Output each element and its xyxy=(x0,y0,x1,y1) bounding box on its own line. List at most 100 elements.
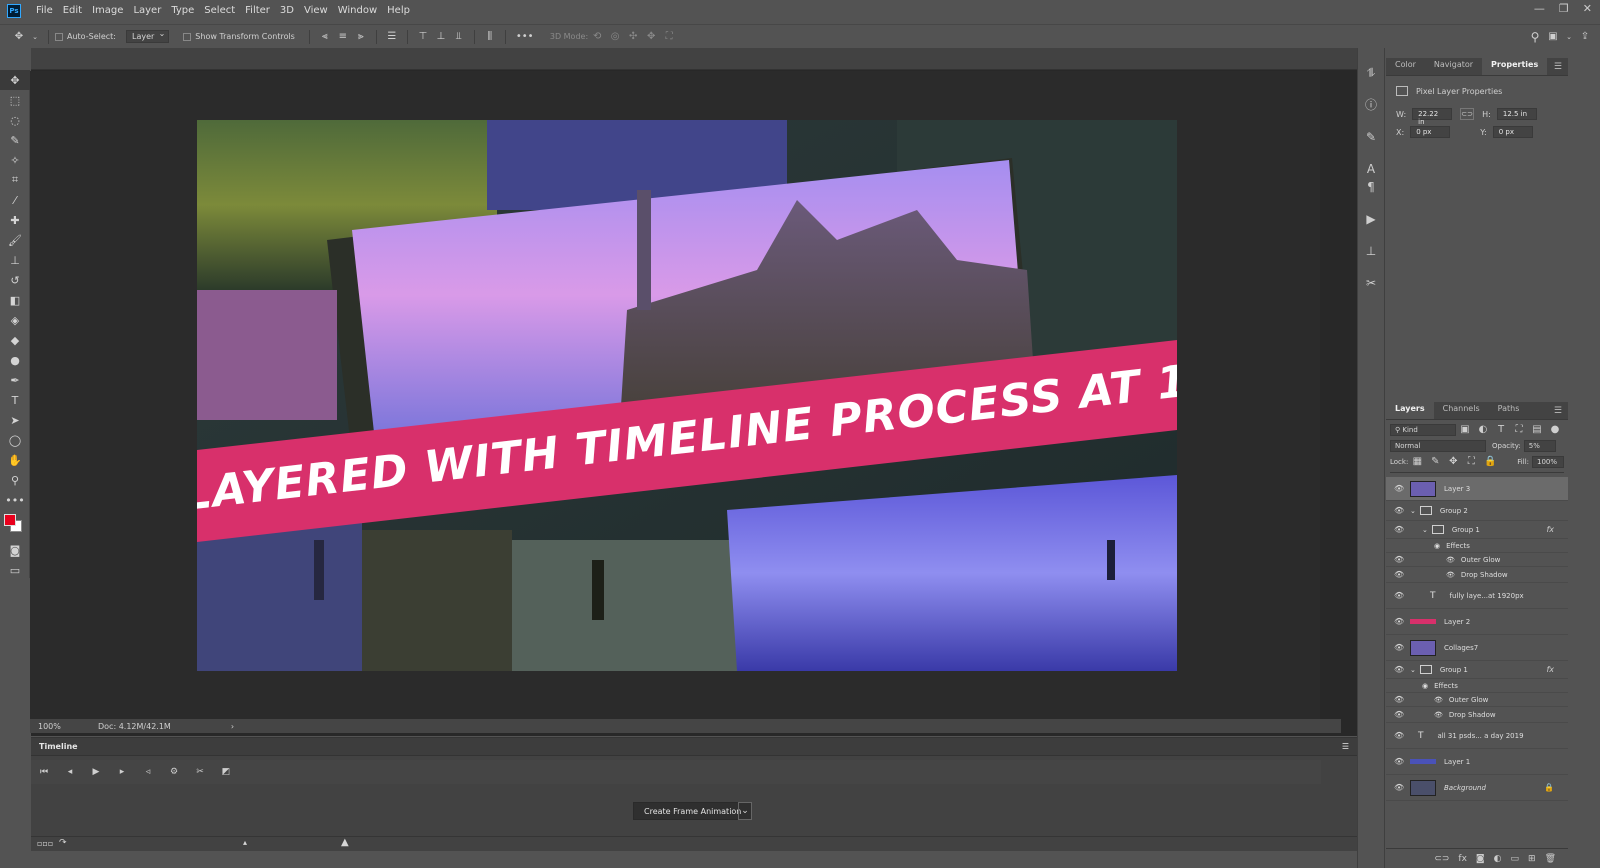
align-bottom-icon[interactable]: ⫫ xyxy=(454,31,464,42)
show-transform-checkbox[interactable]: Show Transform Controls xyxy=(183,32,295,41)
brush-settings-icon[interactable]: ✎ xyxy=(1364,130,1378,144)
filter-pixel-icon[interactable]: ▣ xyxy=(1460,425,1470,435)
effect-visibility-icon[interactable]: 👁 xyxy=(1446,556,1455,564)
3d-scale-icon[interactable]: ⛶ xyxy=(664,31,674,42)
checkbox-icon[interactable] xyxy=(55,32,63,41)
lock-position-icon[interactable]: ✥ xyxy=(1448,457,1458,467)
filter-toggle-icon[interactable]: ● xyxy=(1550,425,1560,435)
tool-presets-icon[interactable]: ✂ xyxy=(1364,276,1378,290)
align-middle-icon[interactable]: ⊥ xyxy=(436,31,446,42)
tab-layers[interactable]: Layers xyxy=(1386,401,1434,419)
x-field[interactable]: 0 px xyxy=(1410,126,1451,138)
workspace-icon[interactable]: ▣ xyxy=(1548,31,1558,42)
visibility-eye-icon[interactable]: 👁 xyxy=(1394,643,1404,652)
effect-visibility-icon[interactable]: 👁 xyxy=(1434,696,1443,704)
settings-gear-icon[interactable]: ⚙ xyxy=(169,767,179,777)
minimize-icon[interactable]: — xyxy=(1534,2,1545,15)
eraser-tool-icon[interactable]: ◧ xyxy=(0,290,30,310)
layer-row[interactable]: 👁 Collages7 xyxy=(1386,635,1568,661)
timeline-tab[interactable]: Timeline xyxy=(39,742,78,751)
history-brush-tool-icon[interactable]: ↺ xyxy=(0,270,30,290)
visibility-eye-icon[interactable]: 👁 xyxy=(1394,757,1404,766)
crop-tool-icon[interactable]: ⌗ xyxy=(0,170,30,190)
opacity-field[interactable]: 5% xyxy=(1523,440,1556,452)
clone-stamp-tool-icon[interactable]: ⊥ xyxy=(0,250,30,270)
convert-icon[interactable]: ↷ xyxy=(59,838,67,848)
menu-filter[interactable]: Filter xyxy=(240,5,275,16)
move-tool-icon[interactable]: ✥ xyxy=(0,70,30,90)
path-select-tool-icon[interactable]: ➤ xyxy=(0,410,30,430)
layer-row[interactable]: 👁 👁 Drop Shadow xyxy=(1386,567,1568,583)
first-frame-icon[interactable]: ⏮ xyxy=(39,767,49,777)
panel-menu-icon[interactable]: ☰ xyxy=(1554,406,1562,416)
fx-badge[interactable]: fx xyxy=(1546,525,1554,534)
menu-select[interactable]: Select xyxy=(199,5,240,16)
y-field[interactable]: 0 px xyxy=(1492,126,1533,138)
filter-adjustment-icon[interactable]: ◐ xyxy=(1478,425,1488,435)
tab-navigator[interactable]: Navigator xyxy=(1425,57,1482,75)
auto-select-checkbox[interactable]: Auto-Select: xyxy=(55,32,116,41)
visibility-eye-icon[interactable]: 👁 xyxy=(1394,665,1404,674)
lock-transparent-icon[interactable]: ▦ xyxy=(1412,457,1422,467)
foreground-color-swatch[interactable] xyxy=(4,514,16,526)
expand-chevron-icon[interactable]: ⌄ xyxy=(1410,666,1416,674)
layer-row[interactable]: 👁 Layer 3 xyxy=(1386,477,1568,501)
blur-tool-icon[interactable]: ◆ xyxy=(0,330,30,350)
layer-row[interactable]: 👁 Layer 2 xyxy=(1386,609,1568,635)
menu-view[interactable]: View xyxy=(299,5,333,16)
blend-mode-dropdown[interactable]: Normal xyxy=(1390,440,1486,452)
chevron-down-icon[interactable]: ⌄ xyxy=(1566,32,1572,42)
3d-roll-icon[interactable]: ◎ xyxy=(610,31,620,42)
audio-icon[interactable]: ◃ xyxy=(143,767,153,777)
create-frame-animation-button[interactable]: Create Frame Animation xyxy=(633,802,753,820)
visibility-eye-icon[interactable]: 👁 xyxy=(1394,570,1404,579)
filter-type-icon[interactable]: T xyxy=(1496,425,1506,435)
lock-icon[interactable]: 🔒 xyxy=(1544,783,1554,792)
layer-row[interactable]: 👁 👁 Outer Glow xyxy=(1386,553,1568,567)
more-options-icon[interactable]: ••• xyxy=(516,31,534,42)
align-center-icon[interactable]: ≡ xyxy=(338,31,348,42)
paragraph-icon[interactable]: ¶ xyxy=(1364,180,1378,194)
search-icon[interactable]: ⚲ xyxy=(1530,31,1540,43)
menu-edit[interactable]: Edit xyxy=(58,5,87,16)
height-field[interactable]: 12.5 in xyxy=(1496,108,1537,120)
magic-wand-tool-icon[interactable]: ✧ xyxy=(0,150,30,170)
align-right-icon[interactable]: ⫸ xyxy=(356,31,366,42)
fx-badge[interactable]: fx xyxy=(1546,665,1554,674)
menu-window[interactable]: Window xyxy=(333,5,382,16)
layer-row[interactable]: 👁 👁 Drop Shadow xyxy=(1386,707,1568,723)
eyedropper-tool-icon[interactable]: ⁄ xyxy=(0,190,30,210)
expand-chevron-icon[interactable]: ⌄ xyxy=(1410,507,1416,515)
type-tool-icon[interactable]: T xyxy=(0,390,30,410)
tab-color[interactable]: Color xyxy=(1386,57,1425,75)
layer-row[interactable]: ◉ Effects xyxy=(1386,539,1568,553)
chevron-down-icon[interactable]: ⌄ xyxy=(738,802,752,820)
zoom-tool-icon[interactable]: ⚲ xyxy=(0,470,30,490)
new-group-icon[interactable]: ▭ xyxy=(1511,854,1520,864)
tab-properties[interactable]: Properties xyxy=(1482,57,1548,75)
frame-mode-icon[interactable]: ▫▫▫ xyxy=(37,839,53,848)
menu-file[interactable]: File xyxy=(31,5,58,16)
visibility-eye-icon[interactable]: 👁 xyxy=(1394,731,1404,740)
distribute-vertical-icon[interactable]: ⫼ xyxy=(485,31,495,42)
zoom-out-icon[interactable]: ▴ xyxy=(243,838,247,847)
quick-select-tool-icon[interactable]: ✎ xyxy=(0,130,30,150)
filter-shape-icon[interactable]: ⛶ xyxy=(1514,425,1524,435)
effects-icon[interactable]: ◉ xyxy=(1434,542,1440,550)
fill-field[interactable]: 100% xyxy=(1532,456,1564,468)
character-icon[interactable]: A xyxy=(1364,162,1378,176)
visibility-eye-icon[interactable]: 👁 xyxy=(1394,506,1404,515)
new-layer-icon[interactable]: ⊞ xyxy=(1528,854,1536,864)
restore-icon[interactable]: ❐ xyxy=(1559,2,1569,15)
pen-tool-icon[interactable]: ✒ xyxy=(0,370,30,390)
paint-bucket-tool-icon[interactable]: ◈ xyxy=(0,310,30,330)
actions-play-icon[interactable]: ▶ xyxy=(1364,212,1378,226)
tab-channels[interactable]: Channels xyxy=(1434,401,1489,419)
effects-icon[interactable]: ◉ xyxy=(1422,682,1428,690)
align-left-icon[interactable]: ⫷ xyxy=(320,31,330,42)
layer-row[interactable]: 👁 Layer 1 xyxy=(1386,749,1568,775)
marquee-tool-icon[interactable]: ⬚ xyxy=(0,90,30,110)
link-layers-icon[interactable]: ⊂⊃ xyxy=(1434,854,1449,864)
play-icon[interactable]: ▶ xyxy=(91,767,101,777)
visibility-eye-icon[interactable]: 👁 xyxy=(1394,783,1404,792)
